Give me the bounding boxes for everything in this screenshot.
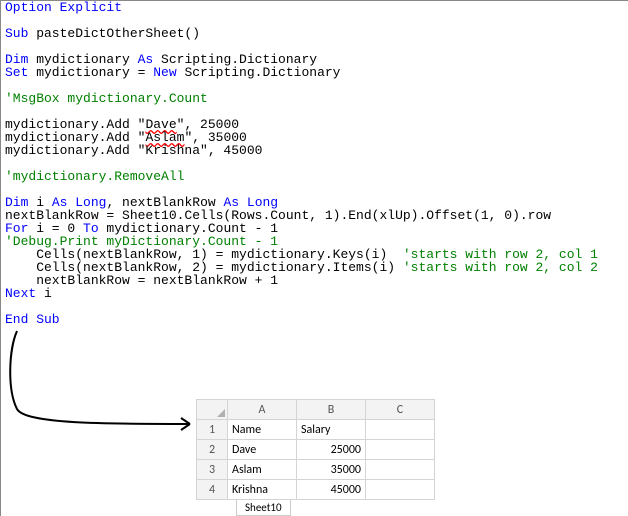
comment-msgbox: 'MsgBox mydictionary.Count [5,91,208,106]
select-all-corner[interactable] [197,400,228,420]
cell-b3[interactable]: 35000 [297,460,366,480]
cell-a2[interactable]: Dave [228,440,297,460]
cell-a3[interactable]: Aslam [228,460,297,480]
row-header-2[interactable]: 2 [197,440,228,460]
col-header-c[interactable]: C [366,400,435,420]
keyword-sub: Sub [5,26,28,41]
keyword-explicit: Explicit [52,0,122,15]
cell-b4[interactable]: 45000 [297,480,366,500]
keyword-endsub: End Sub [5,312,60,327]
cell-c3[interactable] [366,460,435,480]
sheet-tab[interactable]: Sheet10 [236,500,291,516]
row-header-3[interactable]: 3 [197,460,228,480]
cell-c4[interactable] [366,480,435,500]
cell-c1[interactable] [366,420,435,440]
sub-name: pasteDictOtherSheet() [28,26,200,41]
cell-c2[interactable] [366,440,435,460]
col-header-a[interactable]: A [228,400,297,420]
row-header-1[interactable]: 1 [197,420,228,440]
cell-b2[interactable]: 25000 [297,440,366,460]
result-table: A B C 1 Name Salary 2 Dave 25000 3 Aslam… [196,399,435,500]
keyword-option: Option [5,0,52,15]
keyword-next: Next [5,286,36,301]
excel-sheet-preview: A B C 1 Name Salary 2 Dave 25000 3 Aslam… [196,399,435,516]
row-header-4[interactable]: 4 [197,480,228,500]
cell-b1[interactable]: Salary [297,420,366,440]
hand-drawn-arrow [5,329,205,449]
keyword-set: Set [5,65,28,80]
vba-code-editor: Option Explicit Sub pasteDictOtherSheet(… [0,0,628,516]
cell-a4[interactable]: Krishna [228,480,297,500]
comment-removeall: 'mydictionary.RemoveAll [5,169,184,184]
add-krishna: mydictionary.Add "Krishna", 45000 [5,143,262,158]
cell-a1[interactable]: Name [228,420,297,440]
col-header-b[interactable]: B [297,400,366,420]
